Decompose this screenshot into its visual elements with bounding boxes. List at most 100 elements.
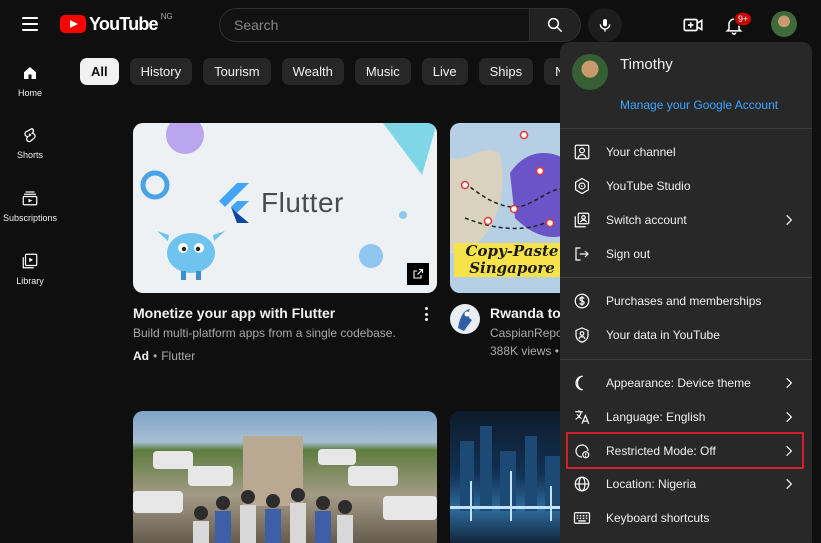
menu-divider	[560, 128, 812, 129]
chip-all[interactable]: All	[80, 58, 119, 85]
nav-label: Home	[17, 88, 42, 98]
menu-item-restricted-mode[interactable]: Restricted Mode: Off	[560, 434, 812, 468]
search-icon	[547, 17, 563, 33]
microphone-icon	[599, 19, 611, 32]
nav-item-subscriptions[interactable]: Subscriptions	[0, 189, 60, 249]
ad-meta: Ad • Flutter	[133, 349, 195, 363]
chevron-right-icon	[786, 377, 793, 389]
chip-wealth[interactable]: Wealth	[281, 58, 344, 85]
avatar[interactable]	[771, 11, 797, 37]
library-icon	[22, 253, 38, 269]
search-bar	[219, 8, 581, 42]
menu-item-your-channel[interactable]: Your channel	[560, 135, 812, 169]
video-thumbnail-city[interactable]	[450, 411, 570, 543]
moon-icon	[572, 373, 592, 393]
menu-item-label: Keyboard shortcuts	[606, 511, 710, 525]
studio-icon	[572, 176, 592, 196]
thumbnail-caption: Copy-Paste Singapore	[454, 243, 570, 277]
chevron-right-icon	[786, 445, 793, 457]
video-description: Build multi-platform apps from a single …	[133, 326, 396, 340]
menu-item-label: Your channel	[606, 145, 676, 159]
dollar-icon	[572, 291, 592, 311]
view-count: 388K views •	[490, 344, 559, 358]
menu-item-label: Sign out	[606, 247, 651, 261]
menu-item-location[interactable]: Location: Nigeria	[560, 467, 812, 501]
menu-item-appearance[interactable]: Appearance: Device theme	[560, 366, 812, 400]
menu-item-label: Appearance: Device theme	[606, 376, 751, 390]
logo-text: YouTube	[89, 13, 159, 34]
channel-name[interactable]: CaspianRepo	[490, 326, 563, 340]
search-input[interactable]	[219, 8, 529, 42]
chip-live[interactable]: Live	[421, 58, 468, 85]
menu-item-your-data[interactable]: Your data in YouTube	[560, 318, 812, 352]
thumbnail-word: Flutter	[261, 187, 344, 218]
youtube-play-icon	[60, 15, 86, 33]
external-link-icon[interactable]	[407, 263, 429, 285]
nav-item-shorts[interactable]: Shorts	[0, 126, 60, 186]
menu-item-label: Restricted Mode: Off	[606, 444, 716, 458]
advertiser-name: Flutter	[161, 349, 196, 363]
menu-item-label: YouTube Studio	[606, 179, 691, 193]
top-bar: YouTube NG 9+	[0, 0, 821, 48]
chevron-right-icon	[786, 478, 793, 490]
menu-item-label: Switch account	[606, 213, 687, 227]
sign-out-icon	[572, 244, 592, 264]
chevron-right-icon	[786, 214, 793, 226]
video-thumbnail-flutter[interactable]: Flutter	[133, 123, 437, 293]
logo-region: NG	[160, 11, 173, 21]
chevron-right-icon	[786, 411, 793, 423]
home-icon	[24, 67, 36, 79]
video-thumbnail-crowd[interactable]	[133, 411, 437, 543]
city-thumb-art	[450, 426, 570, 521]
crowd-thumb-art	[133, 436, 437, 543]
channel-avatar[interactable]	[450, 304, 480, 334]
shorts-icon	[24, 127, 36, 143]
subscriptions-icon	[22, 191, 38, 206]
menu-item-label: Language: English	[606, 410, 706, 424]
globe-icon	[572, 474, 592, 494]
menu-divider	[560, 359, 812, 360]
nav-item-home[interactable]: Home	[0, 64, 60, 124]
menu-item-purchases[interactable]: Purchases and memberships	[560, 284, 812, 318]
notification-badge: 9+	[734, 12, 753, 26]
separator-dot: •	[153, 349, 158, 363]
menu-item-label: Location: Nigeria	[606, 477, 697, 491]
manage-account-link[interactable]: Manage your Google Account	[620, 98, 778, 112]
switch-account-icon	[572, 210, 592, 230]
account-menu: Timothy Manage your Google Account Your …	[560, 42, 812, 543]
menu-item-label: Your data in YouTube	[606, 328, 720, 342]
video-thumbnail-rwanda[interactable]: Copy-Paste Singapore	[450, 123, 570, 293]
menu-item-sign-out[interactable]: Sign out	[560, 237, 812, 271]
menu-divider	[560, 277, 812, 278]
nav-item-library[interactable]: Library	[0, 252, 60, 312]
hamburger-menu-icon[interactable]	[16, 12, 44, 36]
filter-chips: All History Tourism Wealth Music Live Sh…	[80, 58, 599, 86]
chip-ships[interactable]: Ships	[478, 58, 534, 85]
chip-music[interactable]: Music	[354, 58, 411, 85]
nav-label: Shorts	[16, 150, 43, 160]
video-title[interactable]: Monetize your app with Flutter	[133, 305, 335, 321]
chip-history[interactable]: History	[129, 58, 193, 85]
nav-label: Library	[16, 276, 44, 286]
restricted-mode-icon	[572, 441, 592, 461]
create-button[interactable]	[680, 12, 706, 38]
menu-item-switch-account[interactable]: Switch account	[560, 203, 812, 237]
shield-user-icon	[572, 325, 592, 345]
video-title[interactable]: Rwanda to l	[490, 305, 569, 321]
translate-icon	[572, 407, 592, 427]
menu-item-keyboard-shortcuts[interactable]: Keyboard shortcuts	[560, 501, 812, 535]
menu-item-language[interactable]: Language: English	[560, 400, 812, 434]
video-add-icon	[683, 18, 703, 32]
flutter-logo-icon	[219, 183, 249, 223]
menu-item-youtube-studio[interactable]: YouTube Studio	[560, 169, 812, 203]
voice-search-button[interactable]	[588, 8, 622, 42]
search-button[interactable]	[529, 8, 581, 42]
account-menu-avatar	[572, 54, 608, 90]
account-name: Timothy	[620, 56, 673, 73]
menu-item-label: Purchases and memberships	[606, 294, 762, 308]
keyboard-icon	[572, 508, 592, 528]
chip-tourism[interactable]: Tourism	[203, 58, 271, 85]
account-box-icon	[572, 142, 592, 162]
more-options-icon[interactable]	[420, 305, 432, 323]
youtube-logo[interactable]: YouTube NG	[60, 12, 173, 36]
